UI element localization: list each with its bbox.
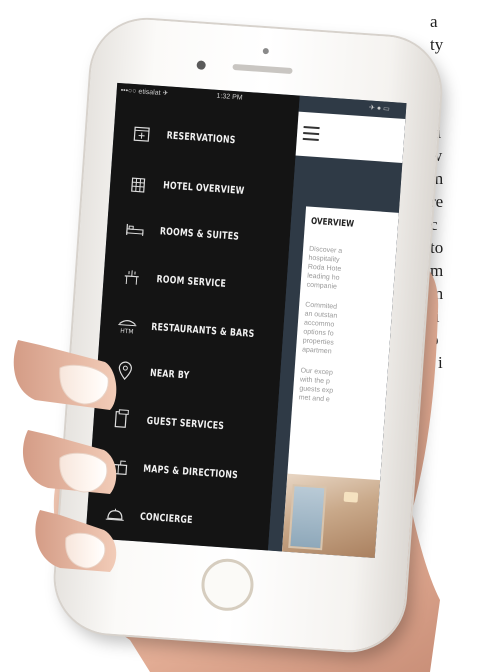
phone-device: •••○○ etisalat ✈ 1:32 PM RESERVATIONS HO… (51, 16, 444, 655)
map-icon (107, 455, 130, 478)
overview-paragraph-2: Commited an outstan accommo options fo p… (302, 301, 399, 362)
top-app-bar (295, 111, 406, 163)
menu-item-label: CONCIERGE (139, 511, 193, 526)
photo-lamp (343, 491, 359, 503)
menu-item-label: GUEST SERVICES (146, 415, 225, 432)
menu-item-label: ROOMS & SUITES (159, 225, 240, 243)
hotel-building-icon (127, 172, 150, 195)
carrier-signal: •••○○ etisalat ✈ (120, 87, 169, 98)
menu-item-guest-services[interactable]: GUEST SERVICES (92, 396, 277, 451)
calendar-icon (130, 122, 153, 145)
svg-text:HTM: HTM (120, 328, 134, 335)
room-service-icon (120, 266, 143, 289)
menu-item-near-by[interactable]: NEAR BY (96, 348, 281, 403)
menu-item-reservations[interactable]: RESERVATIONS (112, 111, 297, 166)
menu-item-label: NEAR BY (149, 367, 190, 382)
menu-item-concierge[interactable]: CONCIERGE (86, 492, 271, 547)
side-menu: •••○○ etisalat ✈ 1:32 PM RESERVATIONS HO… (85, 82, 300, 551)
overview-paragraph-1: Discover a hospitality Roda Hote leading… (306, 245, 399, 297)
phone-screen: •••○○ etisalat ✈ 1:32 PM RESERVATIONS HO… (85, 82, 407, 558)
status-time: 1:32 PM (216, 92, 243, 102)
overview-title: OVERVIEW (310, 216, 355, 230)
overview-paragraph-3: Our excep with the p guests exp met and … (298, 366, 398, 409)
photo-window (288, 484, 327, 551)
menu-item-rooms-suites[interactable]: ROOMS & SUITES (106, 207, 291, 262)
menu-item-label: RESERVATIONS (166, 129, 236, 146)
hotel-room-photo (281, 473, 381, 558)
menu-item-label: RESTAURANTS & BARS (150, 321, 255, 340)
menu-item-restaurants-bars[interactable]: HTM RESTAURANTS & BARS (99, 302, 284, 357)
hamburger-menu-icon[interactable] (302, 125, 320, 142)
menu-item-hotel-overview[interactable]: HOTEL OVERVIEW (109, 161, 294, 216)
menu-item-label: MAPS & DIRECTIONS (143, 463, 239, 481)
menu-item-maps-directions[interactable]: MAPS & DIRECTIONS (89, 444, 274, 499)
guest-services-icon (110, 407, 133, 430)
menu-item-label: HOTEL OVERVIEW (162, 179, 245, 197)
restaurant-icon: HTM (117, 313, 138, 336)
bed-icon (123, 218, 146, 241)
menu-item-label: ROOM SERVICE (156, 273, 227, 290)
concierge-bell-icon (103, 503, 126, 526)
status-indicators: ✈ ● ▭ (368, 104, 390, 113)
location-pin-icon (113, 359, 136, 382)
menu-item-room-service[interactable]: ROOM SERVICE (102, 254, 287, 309)
